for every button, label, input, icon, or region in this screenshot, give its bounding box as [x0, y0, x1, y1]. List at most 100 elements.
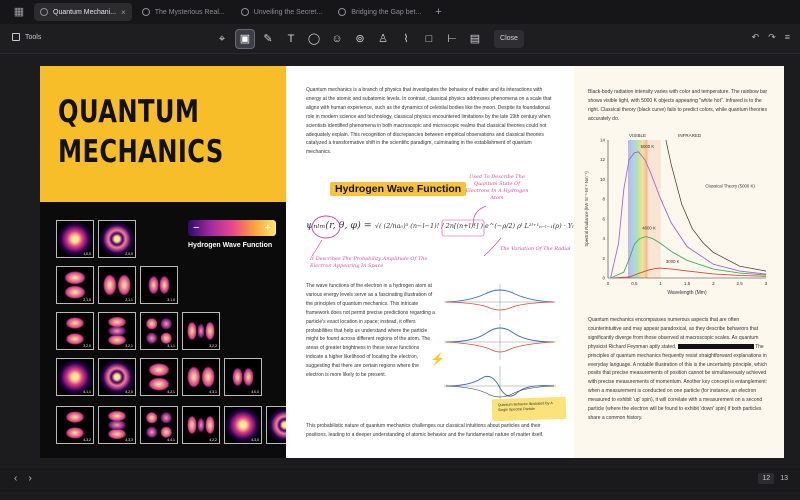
undo-icon[interactable]: ↶ — [752, 32, 760, 43]
orbital-image: 4,3,2 — [56, 406, 94, 444]
y-tick-label: 4 — [602, 236, 605, 241]
colorbar-plus: + — [264, 222, 271, 234]
measure-icon[interactable]: ⊢ — [442, 29, 462, 49]
app-grid-icon[interactable]: ▦ — [12, 5, 26, 19]
stamp-icon[interactable]: ⊚ — [350, 29, 370, 49]
page-current[interactable]: 12 — [758, 473, 775, 484]
orbital-label: 4,2,0 — [125, 390, 133, 394]
signature-icon[interactable]: ♙ — [373, 29, 393, 49]
orbital-image: 3,2,0 — [56, 312, 94, 350]
x-tick-label: 1 — [659, 281, 662, 286]
orbital-image: 3,2,2 — [182, 312, 220, 350]
orbital-label: 4,2,1 — [167, 390, 175, 394]
y-tick-label: 2 — [602, 256, 605, 261]
annotation-radial: The Variation Of The Radial — [500, 246, 571, 252]
series-label: 5000 K — [641, 144, 655, 149]
document-icon — [240, 8, 249, 16]
textbox-icon[interactable]: T — [281, 29, 301, 49]
orbital-label: 2,0,0 — [125, 252, 133, 256]
tab-label: Unveiling the Secret... — [253, 8, 323, 16]
series-label: 4000 K — [642, 226, 656, 231]
orbital-label: 4,3,1 — [209, 390, 217, 394]
orbital-label: 3,2,2 — [209, 344, 217, 348]
orbital-label: 3,1,0 — [167, 298, 175, 302]
orbital-image: 1,0,0 — [56, 220, 94, 258]
redo-icon[interactable]: ↷ — [768, 32, 776, 43]
tab-bridging-gap[interactable]: Bridging the Gap bet... — [332, 3, 427, 21]
radial-wave-plots — [444, 284, 556, 406]
annotation-probability: It Describes The Probability Amplitude O… — [310, 256, 428, 269]
blackbody-intro: Black-body radiation intensity varies wi… — [588, 89, 768, 122]
x-tick-label: 3 — [765, 281, 768, 286]
orbital-image: 4,0,0 — [224, 358, 262, 396]
tab-label: Quantum Mechani... — [53, 8, 117, 16]
x-tick-label: 1.5 — [684, 281, 691, 286]
orbital-label: 4,2,2 — [209, 438, 217, 442]
close-tab-icon[interactable]: × — [121, 8, 126, 17]
colorbar-caption: Hydrogen Wave Function — [188, 242, 273, 249]
comment-icon[interactable]: ◯ — [304, 29, 324, 49]
prev-page-icon[interactable]: ‹ — [14, 473, 17, 484]
orbital-label: 4,0,0 — [251, 390, 259, 394]
orbital-image: 4,3,3 — [98, 406, 136, 444]
tools-button[interactable]: Tools — [12, 33, 41, 41]
page-hydrogen: Quantum mechanics is a branch of physics… — [286, 66, 595, 458]
cover-banner: QUANTUM MECHANICS — [40, 66, 286, 202]
tab-quantum-mechanics[interactable]: Quantum Mechani... × — [34, 3, 132, 21]
orbital-image: 4,3,0 — [224, 406, 262, 444]
cover-title: QUANTUM MECHANICS — [58, 92, 224, 172]
close-button[interactable]: Close — [494, 30, 524, 48]
orbital-label: 4,4,1 — [167, 438, 175, 442]
orbital-image: 4,2,2 — [182, 406, 220, 444]
orbital-image: 2,1,1 — [98, 266, 136, 304]
orbital-image: 2,0,0 — [98, 220, 136, 258]
highlighter-icon[interactable]: ✎ — [258, 29, 278, 49]
x-tick-label: 2.5 — [737, 281, 744, 286]
tab-unveiling-secret[interactable]: Unveiling the Secret... — [235, 3, 328, 21]
x-tick-label: 0 — [607, 281, 610, 286]
page-nav: ‹ › — [14, 473, 32, 484]
document-icon — [40, 8, 48, 16]
blackbody-chart: 0 0.5 1 1.5 2 2.5 3 0 2 4 6 8 10 12 14 Wavelength (Mm) S… — [584, 133, 768, 296]
x-tick-label: 0.5 — [631, 281, 638, 286]
shape-icon[interactable]: □ — [419, 29, 439, 49]
orbital-label: 3,2,1 — [125, 344, 133, 348]
intro-paragraph: Quantum mechanics is a branch of physics… — [306, 87, 552, 156]
x-tick-label: 2 — [712, 281, 715, 286]
colorbar-minus: − — [193, 222, 200, 234]
y-tick-label: 10 — [600, 177, 606, 182]
orbital-image: 4,3,1 — [182, 358, 220, 396]
series-line — [665, 139, 767, 272]
redaction-block[interactable] — [677, 343, 754, 349]
y-tick-label: 6 — [602, 216, 605, 221]
new-tab-icon[interactable]: + — [435, 6, 441, 18]
attachment-icon[interactable]: ⌇ — [396, 29, 416, 49]
more-icon[interactable]: ≡ — [785, 32, 790, 43]
y-tick-label: 12 — [600, 157, 606, 162]
next-page-icon[interactable]: › — [28, 473, 31, 484]
visible-spectrum-band — [628, 140, 648, 278]
orbital-image: 4,1,1 — [56, 358, 94, 396]
orbital-image: 3,2,1 — [98, 312, 136, 350]
tab-label: The Mysterious Real... — [154, 8, 225, 16]
tab-mysterious-real[interactable]: The Mysterious Real... — [136, 3, 231, 21]
footer-bar: ‹ › 12 13 — [0, 468, 800, 492]
orbital-label: 4,3,3 — [125, 438, 133, 442]
wave-colorbar: − + — [188, 220, 276, 236]
toolbar: Tools ⌖ ▣ ✎ T ◯ ☺ ⊚ ♙ ⌇ □ ⊢ ▤ Close ↶ ↷ … — [0, 24, 800, 54]
page-blackbody: Black-body radiation intensity varies wi… — [574, 66, 784, 458]
region-label-infrared: INFRARED — [678, 133, 702, 138]
closing-paragraph: This probabilistic nature of quantum mec… — [306, 423, 544, 438]
tools-icon — [12, 33, 20, 41]
x-axis-label: Wavelength (Mm) — [667, 290, 707, 296]
select-area-icon[interactable]: ▣ — [235, 29, 255, 49]
cursor-icon[interactable]: ⌖ — [212, 29, 232, 49]
sticky-note[interactable]: Quantum Behavior Illustrated By A Single… — [491, 396, 567, 422]
wave-paragraph: The wave functions of the electron in a … — [306, 283, 435, 379]
orbital-label: 4,3,2 — [83, 438, 91, 442]
calendar-icon[interactable]: ▤ — [465, 29, 485, 49]
orbital-image: 4,2,0 — [98, 358, 136, 396]
orbital-image: 3,1,0 — [140, 266, 178, 304]
sticker-icon[interactable]: ☺ — [327, 29, 347, 49]
series-label: Classical Theory (5000 K) — [705, 183, 755, 188]
